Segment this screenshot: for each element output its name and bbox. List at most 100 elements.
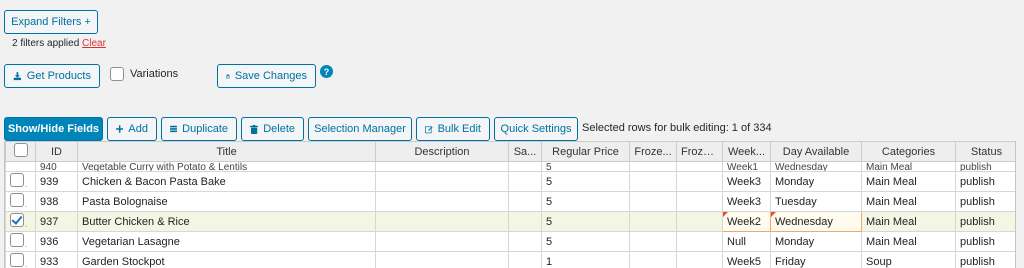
cell-regular-price[interactable]: 1 (541, 251, 630, 268)
cell-title[interactable]: Vegetarian Lasagne (77, 231, 376, 252)
row-select-cell[interactable]: . (5, 211, 36, 232)
cell-title[interactable]: Garden Stockpot (77, 251, 376, 268)
cell-day-available[interactable]: Friday (770, 251, 862, 268)
cell-regular-price[interactable]: 5 (541, 231, 630, 252)
cell-description[interactable] (375, 171, 509, 192)
cell-title[interactable]: Butter Chicken & Rice (77, 211, 376, 232)
expand-filters-button[interactable]: Expand Filters + (4, 10, 98, 34)
cell-regular-price[interactable]: 5 (541, 191, 630, 212)
cell-frozen-2[interactable] (676, 171, 723, 192)
row-checkbox[interactable] (10, 233, 24, 247)
header-frozen-1[interactable]: Froze... (629, 141, 677, 162)
cell-day-available-edited[interactable]: Wednesday (770, 211, 862, 232)
cell-frozen-1[interactable] (629, 211, 677, 232)
cell-id[interactable]: 936 (35, 231, 78, 252)
cell-day-available[interactable]: Monday (770, 231, 862, 252)
header-categories[interactable]: Categories (861, 141, 956, 162)
cell-week[interactable]: Week1 (722, 161, 771, 172)
header-select-all[interactable] (5, 141, 36, 162)
header-day-available[interactable]: Day Available (770, 141, 862, 162)
cell-description[interactable] (375, 161, 509, 172)
table-row-selected[interactable]: . 937 Butter Chicken & Rice 5 Week2 Wedn… (5, 211, 1015, 232)
cell-categories[interactable]: Main Meal (861, 231, 956, 252)
cell-status[interactable]: publish (955, 171, 1015, 192)
cell-day-available[interactable]: Monday (770, 171, 862, 192)
cell-frozen-1[interactable] (629, 171, 677, 192)
table-row[interactable]: . 933 Garden Stockpot 1 Week5 Friday Sou… (5, 251, 1015, 268)
cell-regular-price[interactable]: 5 (541, 161, 630, 172)
get-products-button[interactable]: Get Products (4, 64, 100, 88)
cell-categories[interactable]: Main Meal (861, 191, 956, 212)
cell-sale-price[interactable] (508, 191, 542, 212)
cell-frozen-1[interactable] (629, 161, 677, 172)
quick-settings-button[interactable]: Quick Settings (494, 117, 578, 141)
cell-week[interactable]: Week5 (722, 251, 771, 268)
cell-id[interactable]: 933 (35, 251, 78, 268)
cell-status[interactable]: publish (955, 231, 1015, 252)
cell-categories[interactable]: Main Meal (861, 171, 956, 192)
cell-frozen-2[interactable] (676, 211, 723, 232)
cell-categories[interactable]: Main Meal (861, 211, 956, 232)
row-checkbox[interactable] (10, 193, 24, 207)
add-button[interactable]: Add (107, 117, 157, 141)
table-row-partial[interactable]: 940 Vegetable Curry with Potato & Lentil… (5, 161, 1015, 172)
cell-regular-price[interactable]: 5 (541, 171, 630, 192)
cell-title[interactable]: Chicken & Bacon Pasta Bake (77, 171, 376, 192)
cell-id[interactable]: 938 (35, 191, 78, 212)
cell-title[interactable]: Vegetable Curry with Potato & Lentils (77, 161, 376, 172)
duplicate-button[interactable]: Duplicate (161, 117, 237, 141)
table-row[interactable]: . 936 Vegetarian Lasagne 5 Null Monday M… (5, 231, 1015, 252)
cell-week[interactable]: Week3 (722, 191, 771, 212)
select-all-checkbox[interactable] (13, 143, 28, 157)
header-frozen-2[interactable]: Froze... (676, 141, 723, 162)
header-status[interactable]: Status (955, 141, 1015, 162)
cell-frozen-2[interactable] (676, 231, 723, 252)
cell-frozen-1[interactable] (629, 191, 677, 212)
cell-sale-price[interactable] (508, 161, 542, 172)
variations-toggle[interactable]: Variations (110, 67, 178, 81)
cell-sale-price[interactable] (508, 251, 542, 268)
cell-categories[interactable]: Soup (861, 251, 956, 268)
cell-categories[interactable]: Main Meal (861, 161, 956, 172)
row-checkbox[interactable] (10, 173, 24, 187)
cell-status[interactable]: publish (955, 251, 1015, 268)
cell-status[interactable]: publish (955, 211, 1015, 232)
show-hide-fields-button[interactable]: Show/Hide Fields (4, 117, 103, 141)
cell-week[interactable]: Null (722, 231, 771, 252)
bulk-edit-button[interactable]: Bulk Edit (416, 117, 490, 141)
cell-id[interactable]: 939 (35, 171, 78, 192)
row-checkbox[interactable] (10, 253, 24, 267)
cell-frozen-1[interactable] (629, 231, 677, 252)
cell-sale-price[interactable] (508, 171, 542, 192)
row-select-cell[interactable] (5, 161, 36, 172)
cell-description[interactable] (375, 251, 509, 268)
header-sale-price[interactable]: Sa... (508, 141, 542, 162)
header-description[interactable]: Description (375, 141, 509, 162)
cell-frozen-2[interactable] (676, 161, 723, 172)
cell-frozen-1[interactable] (629, 251, 677, 268)
row-select-cell[interactable]: . (5, 191, 36, 212)
header-week[interactable]: Week... (722, 141, 771, 162)
row-select-cell[interactable]: . (5, 251, 36, 268)
cell-day-available[interactable]: Wednesday (770, 161, 862, 172)
cell-status[interactable]: publish (955, 161, 1015, 172)
cell-status[interactable]: publish (955, 191, 1015, 212)
selection-manager-button[interactable]: Selection Manager (308, 117, 412, 141)
delete-button[interactable]: Delete (241, 117, 304, 141)
row-select-cell[interactable]: . (5, 171, 36, 192)
save-changes-button[interactable]: Save Changes (217, 64, 316, 88)
cell-regular-price[interactable]: 5 (541, 211, 630, 232)
cell-description[interactable] (375, 231, 509, 252)
clear-filters-link[interactable]: Clear (82, 38, 106, 49)
cell-sale-price[interactable] (508, 231, 542, 252)
cell-frozen-2[interactable] (676, 251, 723, 268)
cell-week-edited[interactable]: Week2 (722, 211, 771, 232)
cell-sale-price[interactable] (508, 211, 542, 232)
table-row[interactable]: . 939 Chicken & Bacon Pasta Bake 5 Week3… (5, 171, 1015, 192)
header-id[interactable]: ID (35, 141, 78, 162)
help-icon[interactable]: ? (320, 65, 333, 78)
cell-description[interactable] (375, 191, 509, 212)
cell-id[interactable]: 940 (35, 161, 78, 172)
cell-day-available[interactable]: Tuesday (770, 191, 862, 212)
header-title[interactable]: Title (77, 141, 376, 162)
